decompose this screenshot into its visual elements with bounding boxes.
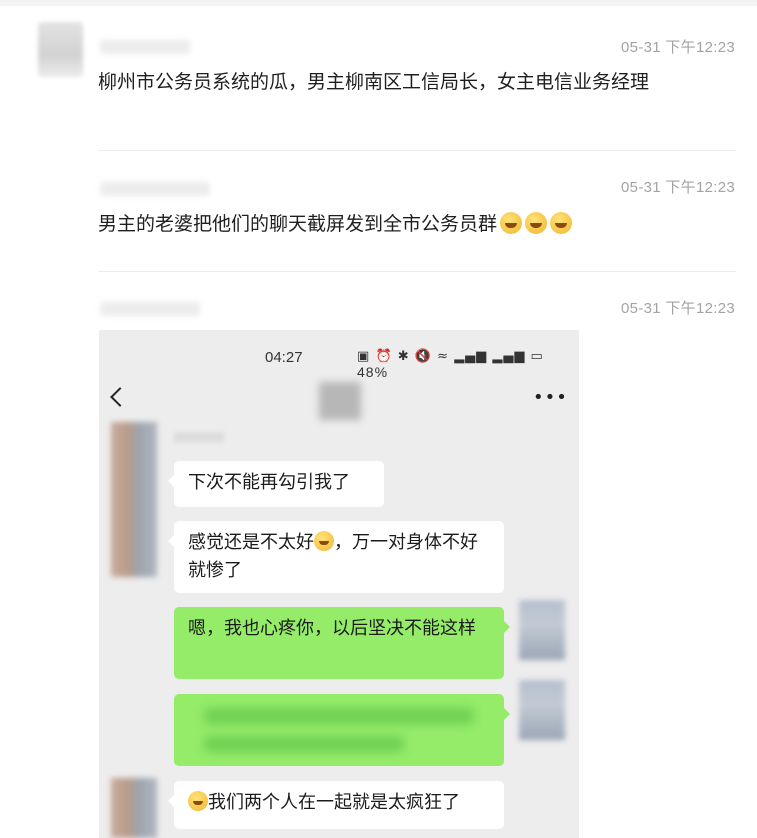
alarm-icon: ⏰ [375, 349, 393, 364]
status-icons: ▣ ⏰ ✱ 🔇 ≈ ▂▄▆ ▂▄▆ ▭ 48% [357, 349, 579, 381]
message-text: 感觉还是不太好 [188, 532, 314, 553]
back-icon[interactable] [110, 387, 130, 407]
comment-text: 男主的老婆把他们的聊天截屏发到全市公务员群 [98, 208, 708, 240]
wifi-icon: ≈ [437, 349, 450, 364]
message-bubble-left[interactable]: 我们两个人在一起就是太疯狂了 [168, 781, 504, 829]
username-blurred[interactable] [100, 40, 190, 54]
battery-level: 48% [357, 364, 389, 380]
grinning-sweat-emoji [500, 212, 523, 234]
smile-emoji [188, 791, 208, 811]
laughing-emoji [314, 531, 334, 551]
divider [98, 150, 736, 151]
comment-time: 05-31 下午12:23 [621, 179, 735, 196]
comment-text-body: 男主的老婆把他们的聊天截屏发到全市公务员群 [98, 213, 498, 235]
blurred-text [204, 736, 404, 752]
message-text: 我们两个人在一起就是太疯狂了 [208, 792, 460, 813]
divider [98, 271, 736, 272]
username-blurred[interactable] [100, 182, 210, 196]
comment-time: 05-31 下午12:23 [621, 300, 735, 317]
grinning-sweat-emoji [525, 212, 548, 234]
blurred-text [204, 708, 474, 724]
sender-name-blurred [174, 432, 224, 442]
message-bubble-left[interactable]: 下次不能再勾引我了 [168, 461, 384, 507]
self-avatar-blurred[interactable] [519, 680, 565, 740]
message-bubble-left[interactable]: 感觉还是不太好 ，万一对身体不好就惨了 [168, 521, 504, 593]
comment-text: 柳州市公务员系统的瓜，男主柳南区工信局长，女主电信业务经理 [98, 71, 650, 93]
mute-icon: 🔇 [414, 349, 432, 364]
more-icon[interactable]: ••• [533, 389, 568, 407]
chat-screenshot-image[interactable]: 04:27 ▣ ⏰ ✱ 🔇 ≈ ▂▄▆ ▂▄▆ ▭ 48% ••• 下次不能再勾… [99, 330, 579, 838]
grinning-sweat-emoji [550, 212, 573, 234]
avatar[interactable] [38, 22, 83, 77]
message-bubble-right[interactable]: 嗯，我也心疼你，以后坚决不能这样 [174, 607, 510, 679]
top-separator [0, 0, 757, 6]
username-blurred[interactable] [100, 302, 200, 316]
chat-title-blurred [319, 382, 361, 420]
signal-icon: ▂▄▆ [492, 349, 526, 364]
self-avatar-blurred[interactable] [519, 600, 565, 660]
nfc-icon: ▣ [357, 349, 371, 364]
message-bubble-right-blurred[interactable] [174, 694, 510, 766]
comment-time: 05-31 下午12:23 [621, 39, 735, 56]
battery-icon: ▭ [530, 349, 544, 364]
bluetooth-icon: ✱ [397, 349, 410, 364]
signal-icon: ▂▄▆ [454, 349, 488, 364]
status-time: 04:27 [265, 349, 303, 366]
contact-avatar-blurred[interactable] [111, 778, 157, 838]
contact-avatar-blurred[interactable] [111, 422, 157, 577]
